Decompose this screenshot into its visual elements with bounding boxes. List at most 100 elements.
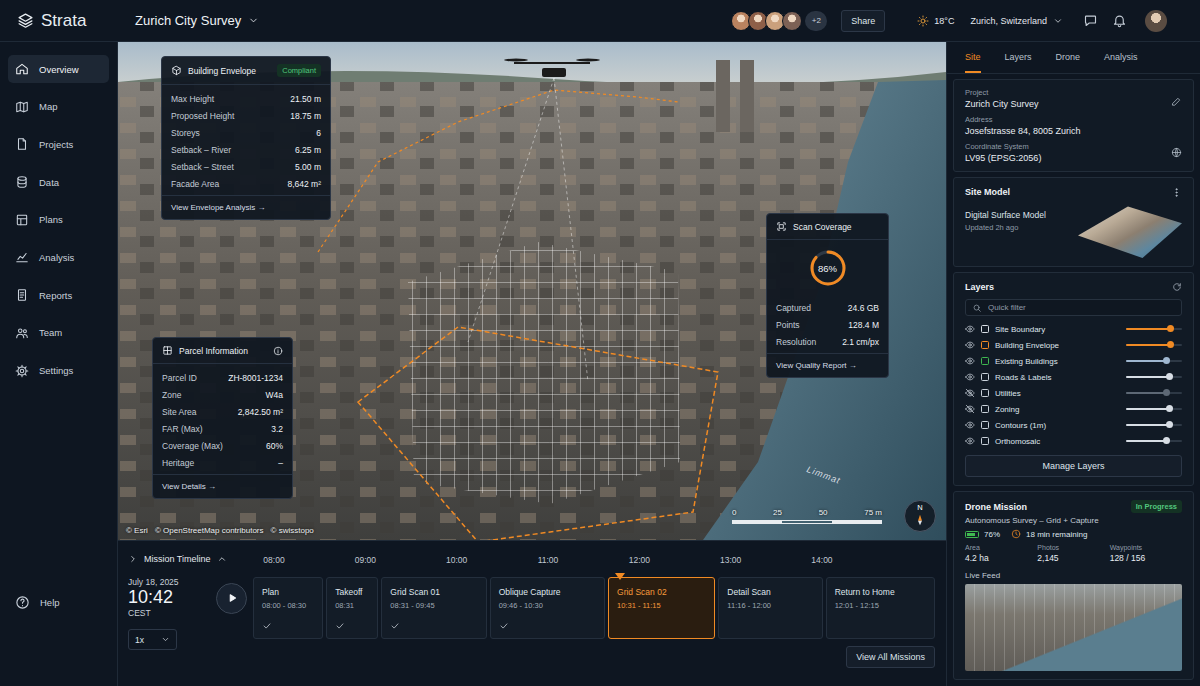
mission-phase[interactable]: Oblique Capture09:46 - 10:30: [490, 577, 605, 639]
pencil-icon[interactable]: [1171, 96, 1182, 107]
slider-thumb[interactable]: [1167, 325, 1174, 332]
check-icon: [262, 621, 272, 631]
panel-tab[interactable]: Layers: [1005, 42, 1032, 73]
info-row: Setback – Street5.00 m: [162, 158, 330, 175]
play-button[interactable]: [216, 583, 247, 614]
opacity-slider[interactable]: [1126, 392, 1182, 394]
sidebar-item[interactable]: Team: [8, 319, 109, 347]
live-feed-video[interactable]: [965, 584, 1182, 671]
site-model-thumbnail[interactable]: [1078, 202, 1182, 258]
eye-icon[interactable]: [965, 324, 975, 334]
share-button[interactable]: Share: [841, 10, 885, 32]
speed-selector[interactable]: 1x: [128, 629, 177, 650]
hour-tick: 14:00: [811, 555, 832, 565]
help-item[interactable]: Help: [8, 588, 109, 616]
logo[interactable]: Strata: [0, 11, 118, 31]
opacity-slider[interactable]: [1126, 328, 1182, 330]
chevron-down-icon: [161, 635, 170, 644]
phase-name: Takeoff: [335, 587, 369, 597]
refresh-icon[interactable]: [1172, 282, 1182, 292]
hour-tick: 09:00: [355, 555, 376, 565]
layer-swatch[interactable]: [981, 389, 989, 397]
opacity-slider[interactable]: [1126, 440, 1182, 442]
eye-off-icon[interactable]: [965, 388, 975, 398]
sidebar-item[interactable]: Projects: [8, 130, 109, 158]
eye-icon[interactable]: [965, 356, 975, 366]
sun-icon: [917, 15, 929, 27]
slider-thumb[interactable]: [1163, 357, 1170, 364]
mission-phase[interactable]: Detail Scan11:16 - 12:00: [718, 577, 822, 639]
more-vertical-icon[interactable]: [1171, 187, 1182, 198]
sidebar-item[interactable]: Settings: [8, 357, 109, 385]
slider-thumb[interactable]: [1163, 437, 1170, 444]
sidebar-item[interactable]: Overview: [8, 55, 109, 83]
panel-tab[interactable]: Site: [965, 42, 981, 73]
chat-icon[interactable]: [1083, 13, 1098, 28]
eye-icon[interactable]: [965, 420, 975, 430]
layer-swatch[interactable]: [981, 373, 989, 381]
eye-icon[interactable]: [965, 436, 975, 446]
scan-icon: [776, 221, 787, 232]
layer-swatch[interactable]: [981, 325, 989, 333]
collaborator-avatar[interactable]: [782, 11, 802, 31]
layer-swatch[interactable]: [981, 405, 989, 413]
location-selector[interactable]: Zurich, Switzerland: [970, 16, 1063, 26]
slider-thumb[interactable]: [1166, 405, 1173, 412]
opacity-slider[interactable]: [1126, 424, 1182, 426]
attribution-item: © swisstopo: [271, 526, 314, 535]
parcel-details-link[interactable]: View Details →: [153, 474, 292, 498]
sidebar-item[interactable]: Plans: [8, 206, 109, 234]
sidebar-item[interactable]: Analysis: [8, 243, 109, 271]
hour-tick: 10:00: [446, 555, 467, 565]
opacity-slider[interactable]: [1126, 408, 1182, 410]
phase-time: 09:46 - 10:30: [499, 601, 596, 610]
compass[interactable]: N: [904, 500, 936, 532]
playhead-marker[interactable]: [615, 573, 625, 580]
slider-thumb[interactable]: [1167, 341, 1174, 348]
home-icon: [15, 62, 29, 76]
layer-swatch[interactable]: [981, 437, 989, 445]
sidebar-item[interactable]: Data: [8, 168, 109, 196]
manage-layers-button[interactable]: Manage Layers: [965, 455, 1182, 477]
mission-phase[interactable]: Plan08:00 - 08:30: [253, 577, 323, 639]
panel-tab[interactable]: Drone: [1056, 42, 1081, 73]
opacity-slider[interactable]: [1126, 360, 1182, 362]
timeline-header[interactable]: Mission Timeline: [128, 541, 253, 577]
current-time-text: July 18, 202510:42CEST: [128, 577, 179, 619]
quick-filter-input[interactable]: [988, 301, 1175, 314]
layer-swatch[interactable]: [981, 341, 989, 349]
scale-tick: 25: [773, 508, 782, 517]
collaborators[interactable]: +2: [734, 11, 827, 31]
eye-icon[interactable]: [965, 340, 975, 350]
mission-phase[interactable]: Grid Scan 0108:31 - 09:45: [381, 577, 486, 639]
globe-icon[interactable]: [1171, 147, 1182, 158]
envelope-analysis-link[interactable]: View Envelope Analysis →: [162, 195, 330, 219]
sidebar-item[interactable]: Reports: [8, 281, 109, 309]
user-avatar[interactable]: [1145, 10, 1167, 32]
layer-filter[interactable]: [965, 299, 1182, 316]
view-all-missions-button[interactable]: View All Missions: [846, 646, 935, 668]
mission-phase[interactable]: Grid Scan 0210:31 - 11:15: [608, 577, 715, 639]
slider-thumb[interactable]: [1166, 421, 1173, 428]
eye-icon[interactable]: [965, 372, 975, 382]
slider-thumb[interactable]: [1163, 389, 1170, 396]
bell-icon[interactable]: [1112, 13, 1127, 28]
project-switcher[interactable]: Zurich City Survey: [118, 13, 259, 28]
info-icon[interactable]: [273, 346, 283, 356]
sidebar-label: Overview: [39, 64, 79, 75]
eye-off-icon[interactable]: [965, 404, 975, 414]
layer-swatch[interactable]: [981, 421, 989, 429]
mission-phase[interactable]: Takeoff08:31: [326, 577, 378, 639]
quality-report-link[interactable]: View Quality Report →: [767, 353, 888, 377]
map-view[interactable]: Building EnvelopeCompliantMax Height21.5…: [118, 42, 946, 540]
opacity-slider[interactable]: [1126, 344, 1182, 346]
phase-name: Return to Home: [835, 587, 926, 597]
sidebar-item[interactable]: Map: [8, 93, 109, 121]
slider-thumb[interactable]: [1166, 373, 1173, 380]
panel-tab[interactable]: Analysis: [1104, 42, 1138, 73]
mission-phase[interactable]: Return to Home12:01 - 12:15: [826, 577, 935, 639]
more-collaborators[interactable]: +2: [805, 11, 827, 31]
compass-needle-icon: [912, 512, 928, 528]
opacity-slider[interactable]: [1126, 376, 1182, 378]
layer-swatch[interactable]: [981, 357, 989, 365]
